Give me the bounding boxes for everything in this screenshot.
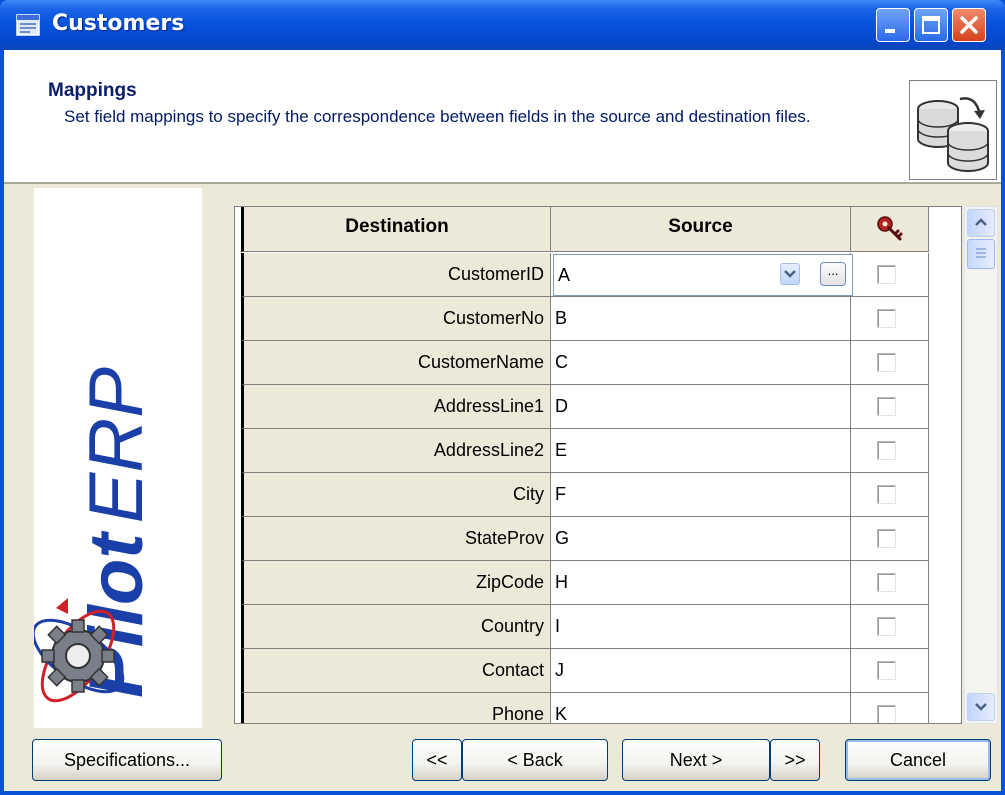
source-cell[interactable]: G [551,517,851,561]
page-title: Mappings [48,80,137,101]
key-checkbox[interactable] [877,353,896,372]
destination-cell: City [241,473,551,517]
key-checkbox[interactable] [877,485,896,504]
title-bar[interactable]: Customers [0,0,1005,50]
key-cell [851,517,929,561]
table-row[interactable]: Phone K [241,693,957,723]
database-sync-icon [909,80,997,180]
column-header-key[interactable] [851,207,929,252]
cancel-button[interactable]: Cancel [845,739,991,781]
destination-cell: CustomerID [241,253,551,297]
source-cell[interactable]: E [551,429,851,473]
minimize-icon [885,29,895,33]
app-window-icon [16,14,40,36]
table-row[interactable]: AddressLine2 E [241,429,957,473]
key-checkbox[interactable] [877,705,896,723]
table-row[interactable]: ZipCode H [241,561,957,605]
vertical-scrollbar[interactable] [964,206,998,724]
table-row[interactable]: CustomerName C [241,341,957,385]
source-combo-value[interactable]: A [558,255,570,295]
dropdown-button[interactable] [780,263,800,285]
column-header-destination[interactable]: Destination [241,207,551,252]
destination-cell: ZipCode [241,561,551,605]
destination-cell: StateProv [241,517,551,561]
last-button[interactable]: >> [770,739,820,781]
logo-brand-light: ERP [74,367,159,524]
key-cell [851,561,929,605]
pilot-erp-logo: PilotERP [31,188,202,728]
key-cell [851,297,929,341]
maximize-icon [922,16,940,34]
key-checkbox[interactable] [877,617,896,636]
table-row[interactable]: StateProv G [241,517,957,561]
minimize-button[interactable] [876,8,910,42]
close-button[interactable] [952,8,986,42]
window-title: Customers [52,11,185,36]
source-cell[interactable]: J [551,649,851,693]
key-icon [876,216,902,241]
key-checkbox[interactable] [877,529,896,548]
destination-cell: AddressLine1 [241,385,551,429]
source-cell[interactable]: I [551,605,851,649]
page-description: Set field mappings to specify the corres… [64,107,811,126]
first-button[interactable]: << [412,739,462,781]
source-cell[interactable]: B [551,297,851,341]
column-header-source[interactable]: Source [551,207,851,252]
key-checkbox[interactable] [877,265,896,284]
key-checkbox[interactable] [877,661,896,680]
scroll-thumb[interactable] [967,239,995,269]
chevron-down-icon [975,703,987,711]
source-cell[interactable]: H [551,561,851,605]
key-cell [851,253,929,297]
destination-cell: Country [241,605,551,649]
grid-header-row: Destination Source [241,207,957,253]
table-row[interactable]: Country I [241,605,957,649]
key-cell [851,341,929,385]
table-row[interactable]: AddressLine1 D [241,385,957,429]
grip-icon [976,248,986,258]
key-cell [851,693,929,723]
chevron-down-icon [784,270,796,278]
source-cell[interactable]: C [551,341,851,385]
source-cell[interactable]: K [551,693,851,723]
table-row[interactable]: City F [241,473,957,517]
key-cell [851,473,929,517]
specifications-button[interactable]: Specifications... [32,739,222,781]
source-combo-editor[interactable]: A ... [553,254,853,296]
mappings-grid[interactable]: Destination Source CustomerID CustomerNo… [234,206,962,724]
ellipsis-button[interactable]: ... [820,262,846,286]
source-cell[interactable]: F [551,473,851,517]
destination-cell: AddressLine2 [241,429,551,473]
scroll-up-button[interactable] [967,209,995,237]
customers-window: Customers Mappings Set field mappings to… [0,0,1005,795]
wizard-header: Mappings Set field mappings to specify t… [4,50,1001,184]
dialog-body: Mappings Set field mappings to specify t… [4,50,1001,791]
destination-cell: Phone [241,693,551,723]
scroll-down-button[interactable] [967,693,995,721]
key-cell [851,429,929,473]
key-checkbox[interactable] [877,309,896,328]
key-checkbox[interactable] [877,441,896,460]
table-row[interactable]: CustomerNo B [241,297,957,341]
next-button[interactable]: Next > [622,739,770,781]
maximize-button[interactable] [914,8,948,42]
source-cell[interactable]: D [551,385,851,429]
key-checkbox[interactable] [877,397,896,416]
destination-cell: CustomerNo [241,297,551,341]
key-cell [851,649,929,693]
close-icon [960,16,978,34]
key-cell [851,385,929,429]
table-row[interactable]: Contact J [241,649,957,693]
key-cell [851,605,929,649]
destination-cell: CustomerName [241,341,551,385]
chevron-up-icon [975,218,987,226]
key-checkbox[interactable] [877,573,896,592]
destination-cell: Contact [241,649,551,693]
back-button[interactable]: < Back [462,739,608,781]
